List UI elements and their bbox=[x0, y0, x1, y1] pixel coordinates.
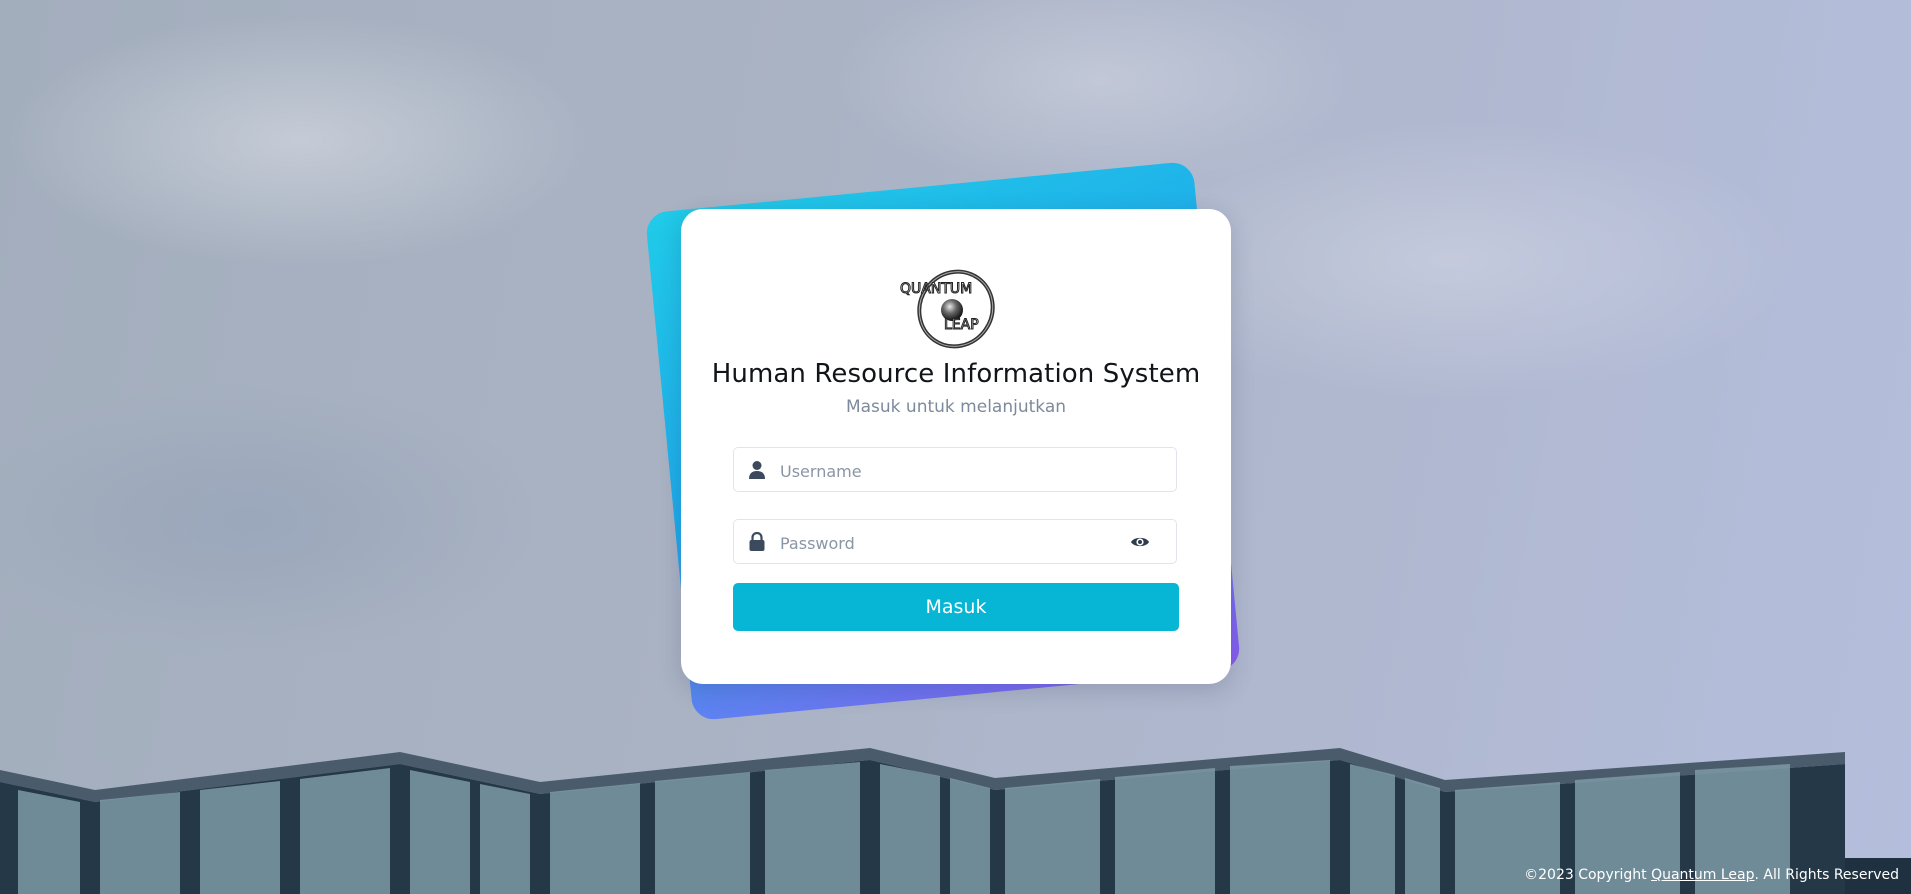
lock-icon bbox=[749, 532, 765, 551]
page-subtitle: Masuk untuk melanjutkan bbox=[845, 397, 1067, 417]
password-field[interactable] bbox=[733, 519, 1177, 564]
svg-text:LEAP: LEAP bbox=[944, 317, 979, 333]
password-input[interactable] bbox=[778, 528, 1122, 558]
quantum-leap-logo: QUANTUM LEAP bbox=[900, 269, 995, 349]
copyright-prefix: ©2023 Copyright bbox=[1524, 867, 1652, 883]
username-input[interactable] bbox=[778, 456, 1122, 486]
copyright-suffix: . All Rights Reserved bbox=[1754, 867, 1899, 883]
copyright-footer: ©2023 Copyright Quantum Leap. All Rights… bbox=[1524, 867, 1899, 883]
login-card: QUANTUM LEAP Human Resource Information … bbox=[681, 209, 1231, 684]
svg-text:QUANTUM: QUANTUM bbox=[900, 281, 972, 297]
copyright-link[interactable]: Quantum Leap bbox=[1651, 867, 1754, 883]
login-button[interactable]: Masuk bbox=[733, 583, 1179, 631]
username-field[interactable] bbox=[733, 447, 1177, 492]
page-title: Human Resource Information System bbox=[711, 359, 1201, 389]
eye-icon[interactable] bbox=[1130, 533, 1150, 551]
user-icon bbox=[749, 461, 765, 479]
